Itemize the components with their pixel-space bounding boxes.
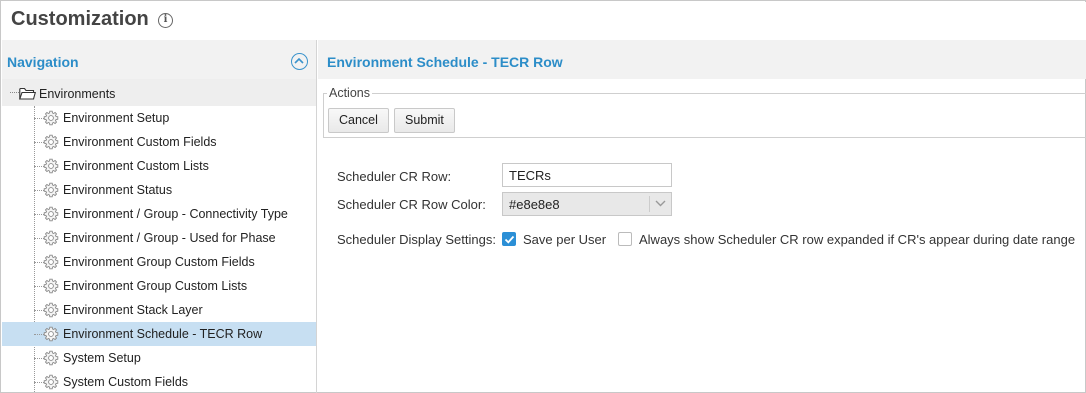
nav-item-label: Environment / Group - Used for Phase	[63, 231, 276, 245]
chevron-down-icon	[655, 200, 666, 207]
cancel-button[interactable]: Cancel	[328, 108, 389, 133]
cr-row-input[interactable]: TECRs	[502, 163, 672, 187]
nav-item-environment-status[interactable]: Environment Status	[2, 178, 316, 202]
actions-legend: Actions	[327, 86, 372, 100]
gear-icon	[43, 278, 59, 294]
nav-item-label: System Setup	[63, 351, 141, 365]
gear-icon	[43, 374, 59, 390]
gear-icon	[43, 254, 59, 270]
actions-group: Actions Cancel Submit	[323, 86, 1086, 138]
page-title: Customization	[11, 8, 149, 30]
gear-icon	[43, 158, 59, 174]
nav-item-system-setup[interactable]: System Setup	[2, 346, 316, 370]
nav-item-environment-custom-lists[interactable]: Environment Custom Lists	[2, 154, 316, 178]
gear-icon	[43, 206, 59, 222]
gear-icon	[43, 134, 59, 150]
gear-icon	[43, 326, 59, 342]
main-panel: Environment Schedule - TECR Row Actions …	[318, 40, 1086, 393]
navigation-panel: Navigation Environments Environment Setu…	[2, 40, 317, 393]
nav-item-label: Environment Custom Lists	[63, 159, 209, 173]
cr-row-color-select[interactable]: #e8e8e8	[502, 192, 672, 216]
nav-item-label: System Custom Fields	[63, 375, 189, 389]
navigation-header: Navigation	[2, 40, 316, 79]
nav-item-connectivity-type[interactable]: Environment / Group - Connectivity Type	[2, 202, 316, 226]
save-per-user-label: Save per User	[523, 232, 607, 247]
selected-value: #e8e8e8	[509, 197, 560, 212]
cr-row-label: Scheduler CR Row:	[337, 169, 452, 184]
chevron-up-icon[interactable]	[291, 53, 308, 70]
always-show-checkbox[interactable]	[618, 232, 632, 246]
gear-icon	[43, 110, 59, 126]
nav-item-system-custom-fields[interactable]: System Custom Fields	[2, 370, 316, 393]
nav-item-label: Environment Status	[63, 183, 173, 197]
always-show-label: Always show Scheduler CR row expanded if…	[639, 232, 1076, 247]
nav-item-label: Environment Stack Layer	[63, 303, 203, 317]
submit-button[interactable]: Submit	[394, 108, 455, 133]
gear-icon	[43, 302, 59, 318]
nav-item-stack-layer[interactable]: Environment Stack Layer	[2, 298, 316, 322]
navigation-title: Navigation	[7, 54, 79, 70]
gear-icon	[43, 182, 59, 198]
nav-item-schedule-tecr-row[interactable]: Environment Schedule - TECR Row	[2, 322, 316, 346]
nav-item-environment-custom-fields[interactable]: Environment Custom Fields	[2, 130, 316, 154]
nav-item-label: Environment Group Custom Lists	[63, 279, 248, 293]
nav-item-label: Environment Schedule - TECR Row	[63, 327, 263, 341]
section-title: Environment Schedule - TECR Row	[327, 54, 563, 70]
select-divider	[649, 196, 650, 212]
nav-item-label: Environment Setup	[63, 111, 170, 125]
nav-item-group-custom-lists[interactable]: Environment Group Custom Lists	[2, 274, 316, 298]
folder-icon	[19, 87, 36, 100]
nav-item-used-for-phase[interactable]: Environment / Group - Used for Phase	[2, 226, 316, 250]
main-header: Environment Schedule - TECR Row	[318, 40, 1086, 79]
display-settings-label: Scheduler Display Settings:	[337, 232, 496, 247]
check-icon	[504, 235, 515, 244]
nav-item-label: Environment Group Custom Fields	[63, 255, 255, 269]
gear-icon	[43, 350, 59, 366]
nav-item-label: Environment Custom Fields	[63, 135, 217, 149]
tree-node-environments[interactable]: Environments	[2, 79, 316, 106]
save-per-user-checkbox[interactable]	[502, 232, 516, 246]
title-bar: Customization i	[2, 2, 1086, 40]
tree-connector	[10, 92, 19, 93]
gear-icon	[43, 230, 59, 246]
info-icon[interactable]: i	[158, 13, 173, 28]
nav-item-label: Environment / Group - Connectivity Type	[63, 207, 288, 221]
tree-node-label: Environments	[39, 87, 116, 101]
app-frame: Customization i Navigation Environments …	[0, 0, 1086, 393]
nav-item-group-custom-fields[interactable]: Environment Group Custom Fields	[2, 250, 316, 274]
nav-item-environment-setup[interactable]: Environment Setup	[2, 106, 316, 130]
cr-row-color-label: Scheduler CR Row Color:	[337, 197, 486, 212]
